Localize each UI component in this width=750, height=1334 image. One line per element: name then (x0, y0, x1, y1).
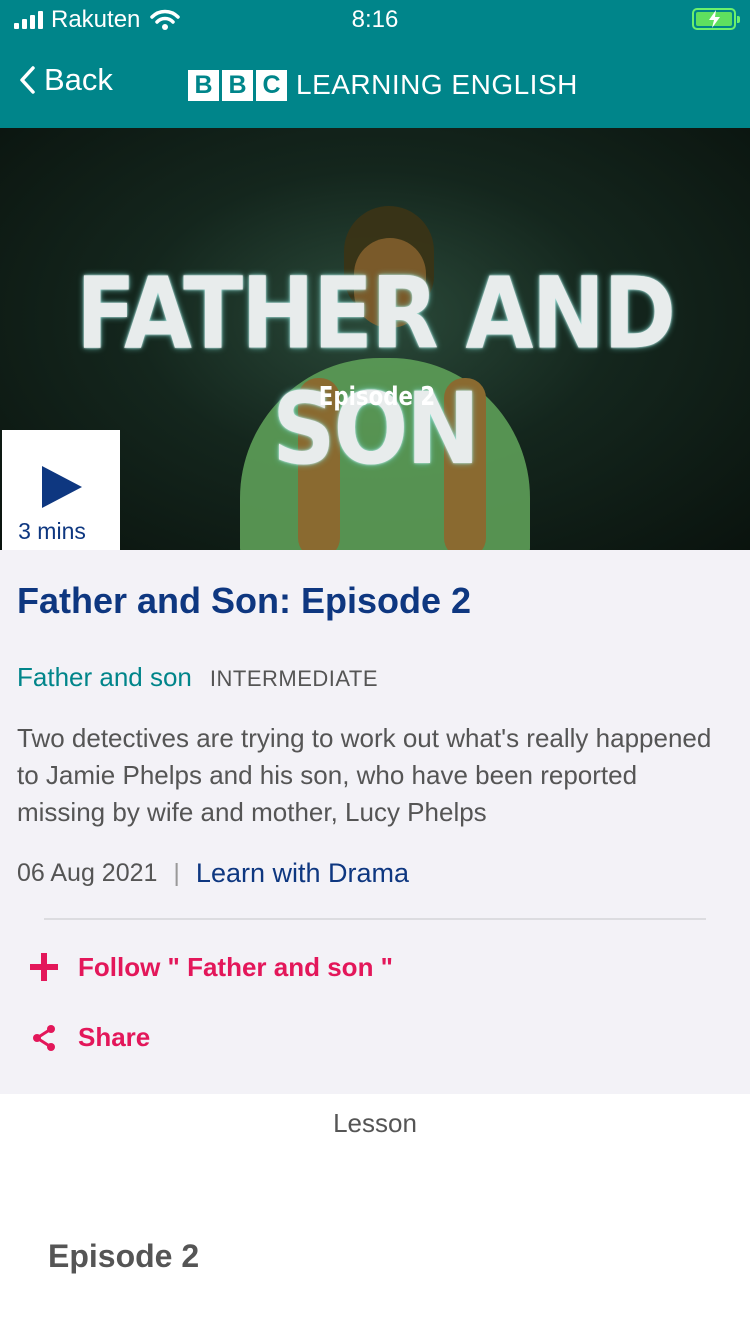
thumbnail-subtitle: Episode 2 (318, 382, 436, 412)
lesson-section-label: Lesson (333, 1108, 417, 1138)
clock: 8:16 (351, 6, 399, 33)
battery-charging-icon (692, 8, 740, 30)
logo-letter: B (188, 69, 219, 101)
follow-button[interactable]: Follow " Father and son " (30, 952, 393, 983)
play-button[interactable]: 3 mins (2, 430, 120, 550)
nav-bar: Back B B C LEARNING ENGLISH (0, 40, 750, 128)
bbc-learning-english-logo: B B C LEARNING ENGLISH (188, 69, 578, 101)
status-bar: Rakuten 8:16 (0, 0, 750, 40)
plus-icon (30, 952, 60, 983)
episode-details: Father and Son: Episode 2 Father and son… (0, 550, 750, 1094)
back-button[interactable]: Back (18, 62, 113, 98)
level-badge: INTERMEDIATE (209, 666, 379, 691)
series-link[interactable]: Father and son (17, 662, 192, 693)
share-label: Share (78, 1022, 151, 1052)
duration-label: 3 mins (18, 518, 86, 544)
logo-letter: C (256, 69, 287, 101)
episode-title: Father and Son: Episode 2 (17, 580, 472, 621)
logo-letter: B (222, 69, 253, 101)
logo-text: LEARNING ENGLISH (296, 69, 578, 100)
play-icon (42, 466, 82, 508)
episode-description: Two detectives are trying to work out wh… (17, 723, 712, 827)
publish-date: 06 Aug 2021 (17, 859, 158, 887)
chevron-left-icon (20, 66, 35, 94)
back-label: Back (44, 62, 113, 97)
separator: | (173, 859, 180, 887)
follow-label: Follow " Father and son " (78, 952, 393, 982)
category-link[interactable]: Learn with Drama (196, 858, 409, 889)
divider (44, 918, 706, 920)
episode-meta: Father and son INTERMEDIATE (17, 662, 378, 693)
lesson-heading: Episode 2 (48, 1238, 200, 1274)
date-row: 06 Aug 2021 | Learn with Drama (17, 858, 409, 889)
share-icon (33, 1024, 55, 1051)
share-button[interactable]: Share (30, 1022, 150, 1053)
